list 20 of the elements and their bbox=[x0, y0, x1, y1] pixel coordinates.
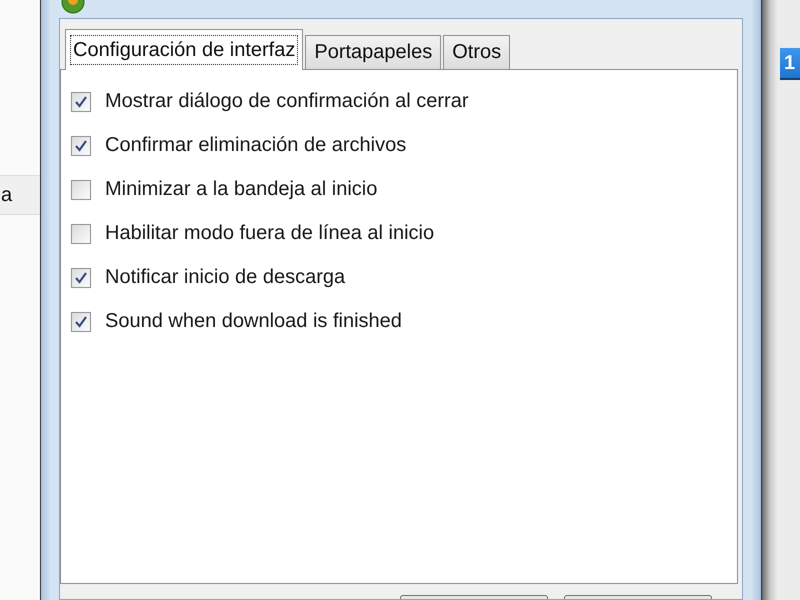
badge: 1 bbox=[780, 48, 800, 80]
checkbox[interactable] bbox=[71, 136, 91, 156]
list-row[interactable]: a bbox=[0, 175, 40, 215]
checkbox[interactable] bbox=[71, 268, 91, 288]
checkbox[interactable] bbox=[71, 312, 91, 332]
checkbox-label: Habilitar modo fuera de línea al inicio bbox=[105, 222, 434, 245]
checkbox[interactable] bbox=[71, 224, 91, 244]
row-text: a bbox=[1, 184, 12, 206]
checkbox-label: Mostrar diálogo de confirmación al cerrar bbox=[105, 90, 468, 113]
checkbox[interactable] bbox=[71, 180, 91, 200]
checkbox-label: Confirmar eliminación de archivos bbox=[105, 134, 406, 157]
tab[interactable]: Portapapeles bbox=[305, 35, 442, 69]
button[interactable] bbox=[564, 595, 712, 599]
checkbox-label: Notificar inicio de descarga bbox=[105, 266, 346, 289]
tab[interactable]: Otros bbox=[443, 35, 510, 69]
checkbox-label: Minimizar a la bandeja al inicio bbox=[105, 178, 378, 201]
button[interactable] bbox=[400, 595, 548, 599]
checkbox[interactable] bbox=[71, 92, 91, 112]
tab[interactable]: Configuración de interfaz bbox=[65, 29, 304, 70]
checkbox-label: Sound when download is finished bbox=[105, 310, 402, 333]
